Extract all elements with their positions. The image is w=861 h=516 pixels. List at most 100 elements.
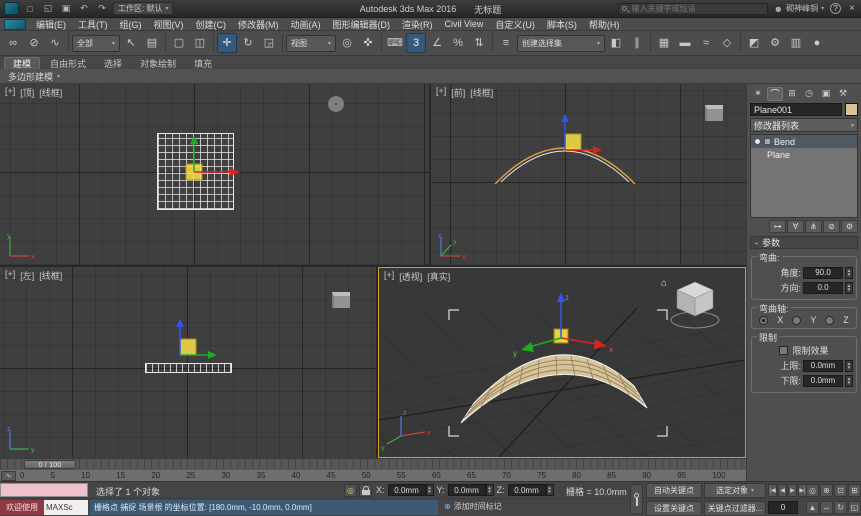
render-button[interactable]: ●: [807, 33, 827, 53]
viewport-menu-shading[interactable]: [线框]: [39, 86, 62, 99]
zoom-all-button[interactable]: ⊕: [820, 484, 833, 497]
angle-snap-button[interactable]: ∠: [427, 33, 447, 53]
go-to-start-button[interactable]: |◀: [768, 484, 777, 497]
z-spinner[interactable]: ▲▼: [546, 484, 554, 496]
move-gizmo[interactable]: z x y: [513, 292, 613, 358]
viewport-menu-general[interactable]: [+]: [5, 269, 15, 282]
move-gizmo[interactable]: [547, 110, 603, 158]
time-slider[interactable]: 0 / 100: [0, 458, 746, 469]
display-tab[interactable]: ▣: [818, 87, 834, 101]
mini-curve-editor-button[interactable]: ∿: [1, 471, 16, 481]
rendered-frame-button[interactable]: ▥: [786, 33, 806, 53]
remove-modifier-button[interactable]: ⊘: [823, 220, 840, 233]
zoom-extents-button[interactable]: ⊡: [834, 484, 847, 497]
viewport-menu-pov[interactable]: [顶]: [20, 86, 34, 99]
named-selection-sets-dropdown[interactable]: 创建选择集 ▾: [517, 35, 605, 52]
percent-snap-button[interactable]: %: [448, 33, 468, 53]
modifier-stack-item-bend[interactable]: Bend: [751, 135, 857, 148]
keyboard-override-button[interactable]: ⌨: [385, 33, 405, 53]
curve-editor-button[interactable]: ≈: [696, 33, 716, 53]
key-selection-dropdown[interactable]: 选定对象 ▾: [704, 483, 766, 498]
max-application-menu-button[interactable]: [4, 19, 26, 30]
menu-graph-editors[interactable]: 图形编辑器(D): [327, 18, 397, 31]
menu-civil-view[interactable]: Civil View: [439, 19, 490, 29]
menu-group[interactable]: 组(G): [114, 18, 148, 31]
add-time-tag-button[interactable]: ⊕ 添加时间标记: [444, 501, 502, 512]
angle-field[interactable]: 90.0: [803, 267, 843, 279]
snap-toggle-button[interactable]: 3: [406, 33, 426, 53]
viewport-menu-pov[interactable]: [透视]: [399, 270, 422, 283]
track-bar[interactable]: ∿ 0 5 10 15 20 25 30 35 40 45 50 55 60 6…: [0, 469, 746, 481]
layer-explorer-button[interactable]: ▦: [654, 33, 674, 53]
zoom-button[interactable]: ◎: [806, 484, 819, 497]
viewport-top[interactable]: [+] [顶] [线框] x: [0, 84, 429, 265]
motion-tab[interactable]: ◷: [801, 87, 817, 101]
time-slider-handle[interactable]: 0 / 100: [24, 460, 76, 469]
close-icon[interactable]: ×: [847, 3, 857, 14]
viewport-menu-general[interactable]: [+]: [5, 86, 15, 99]
schematic-view-button[interactable]: ◇: [717, 33, 737, 53]
use-pivot-center-button[interactable]: ◎: [337, 33, 357, 53]
align-button[interactable]: ∥: [627, 33, 647, 53]
select-object-button[interactable]: ↖: [121, 33, 141, 53]
play-button[interactable]: ▶: [788, 484, 797, 497]
ribbon-tab-populate[interactable]: 填充: [186, 57, 220, 69]
workspace-dropdown[interactable]: 工作区: 默认 ▾: [113, 2, 173, 15]
viewport-menu-shading[interactable]: [线框]: [39, 269, 62, 282]
move-gizmo[interactable]: [162, 315, 218, 363]
zoom-extents-all-button[interactable]: ⊞: [848, 484, 861, 497]
axis-x-radio[interactable]: [759, 316, 768, 325]
show-end-result-button[interactable]: ∀: [787, 220, 804, 233]
direction-spinner[interactable]: ▲▼: [845, 282, 853, 294]
orbit-button[interactable]: ↻: [834, 501, 847, 514]
search-box[interactable]: [618, 3, 768, 15]
limit-effect-checkbox[interactable]: [779, 346, 788, 355]
new-scene-button[interactable]: □: [23, 2, 37, 15]
search-input[interactable]: [630, 3, 760, 14]
pan-button[interactable]: ↔: [820, 501, 833, 514]
set-key-button[interactable]: 设置关键点: [646, 501, 702, 516]
select-by-name-button[interactable]: ▤: [142, 33, 162, 53]
lower-limit-spinner[interactable]: ▲▼: [845, 375, 853, 387]
macro-recorder-field[interactable]: [0, 483, 88, 497]
select-and-link-button[interactable]: ∞: [3, 33, 23, 53]
menu-tools[interactable]: 工具(T): [72, 18, 114, 31]
ribbon-toggle-button[interactable]: ▬: [675, 33, 695, 53]
menu-views[interactable]: 视图(V): [148, 18, 190, 31]
ribbon-tab-object-paint[interactable]: 对象绘制: [132, 57, 184, 69]
maxscript-listener-field[interactable]: MAXSc: [44, 500, 88, 515]
menu-scripting[interactable]: 脚本(S): [541, 18, 583, 31]
isolate-selection-button[interactable]: ◎: [344, 484, 357, 497]
plane-edge-object[interactable]: [145, 363, 232, 373]
menu-create[interactable]: 创建(C): [190, 18, 233, 31]
upper-limit-field[interactable]: 0.0mm: [803, 360, 843, 372]
object-name-field[interactable]: Plane001: [750, 103, 842, 116]
set-keys-button[interactable]: [630, 484, 643, 514]
field-of-view-button[interactable]: ▲: [806, 501, 819, 514]
spinner-snap-button[interactable]: ⇅: [469, 33, 489, 53]
menu-customize[interactable]: 自定义(U): [489, 18, 541, 31]
viewcube[interactable]: ⌂: [661, 278, 719, 328]
lower-limit-field[interactable]: 0.0mm: [803, 375, 843, 387]
unlink-selection-button[interactable]: ⊘: [24, 33, 44, 53]
hierarchy-tab[interactable]: ⊞: [784, 87, 800, 101]
viewport-menu-pov[interactable]: [前]: [451, 86, 465, 99]
reference-coordinate-dropdown[interactable]: 视图 ▾: [286, 35, 336, 52]
ribbon-tab-selection[interactable]: 选择: [96, 57, 130, 69]
axis-y-radio[interactable]: [792, 316, 801, 325]
menu-edit[interactable]: 编辑(E): [30, 18, 72, 31]
ribbon-tab-freeform[interactable]: 自由形式: [42, 57, 94, 69]
material-editor-button[interactable]: ◩: [744, 33, 764, 53]
modifier-list-dropdown[interactable]: 修改器列表 ▾: [750, 118, 858, 132]
modifier-enable-icon[interactable]: [754, 138, 761, 145]
x-spinner[interactable]: ▲▼: [426, 484, 434, 496]
utilities-tab[interactable]: ⚒: [835, 87, 851, 101]
parameters-rollout-header[interactable]: - 参数: [750, 236, 858, 249]
help-button[interactable]: ?: [830, 3, 841, 14]
configure-sets-button[interactable]: ⚙: [841, 220, 858, 233]
key-filters-button[interactable]: 关键点过滤器...: [704, 501, 766, 516]
menu-help[interactable]: 帮助(H): [583, 18, 626, 31]
select-and-move-button[interactable]: ✛: [217, 33, 237, 53]
auto-key-button[interactable]: 自动关键点: [646, 483, 702, 498]
move-gizmo[interactable]: [174, 134, 244, 182]
